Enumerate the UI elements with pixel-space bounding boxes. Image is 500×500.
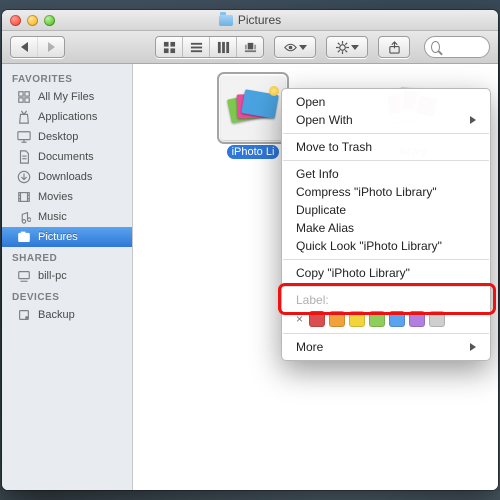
forward-button[interactable] <box>37 37 64 57</box>
sidebar-item-label: bill-pc <box>38 270 67 282</box>
downloads-icon <box>16 170 31 184</box>
submenu-arrow-icon <box>470 343 476 351</box>
music-icon <box>16 210 31 224</box>
close-window-button[interactable] <box>10 15 21 26</box>
file-label: iPhoto Li <box>227 145 280 159</box>
applications-icon <box>16 110 31 124</box>
sidebar-item-desktop[interactable]: Desktop <box>2 127 132 147</box>
zoom-window-button[interactable] <box>44 15 55 26</box>
toolbar <box>2 31 498 64</box>
menu-item-open[interactable]: Open <box>282 93 490 111</box>
label-color-red[interactable] <box>309 311 325 327</box>
disk-icon <box>16 308 31 322</box>
documents-icon <box>16 150 31 164</box>
menu-item-label-header: Label: <box>282 291 490 309</box>
label-color-yellow[interactable] <box>349 311 365 327</box>
action-button[interactable] <box>326 36 368 58</box>
sidebar-section-favorites: FAVORITES <box>2 68 132 87</box>
sidebar-item-label: Documents <box>38 151 94 163</box>
sidebar-item-label: Movies <box>38 191 73 203</box>
menu-item-get-info[interactable]: Get Info <box>282 165 490 183</box>
sidebar-item-documents[interactable]: Documents <box>2 147 132 167</box>
movies-icon <box>16 190 31 204</box>
label-color-green[interactable] <box>369 311 385 327</box>
sidebar-item-applications[interactable]: Applications <box>2 107 132 127</box>
window-title: Pictures <box>238 13 281 27</box>
eye-icon <box>284 41 297 54</box>
label-color-blue[interactable] <box>389 311 405 327</box>
menu-item-open-with[interactable]: Open With <box>282 111 490 129</box>
sidebar-item-music[interactable]: Music <box>2 207 132 227</box>
search-container <box>420 36 490 58</box>
sidebar-item-label: Downloads <box>38 171 92 183</box>
view-coverflow-button[interactable] <box>236 37 263 57</box>
share-icon <box>388 41 401 54</box>
menu-label-colors: × <box>282 309 490 329</box>
menu-item-make-alias[interactable]: Make Alias <box>282 219 490 237</box>
nav-back-forward <box>10 36 65 58</box>
menu-separator <box>283 333 489 334</box>
view-list-button[interactable] <box>182 37 209 57</box>
sidebar-item-downloads[interactable]: Downloads <box>2 167 132 187</box>
share-button[interactable] <box>378 36 410 58</box>
sidebar-item-label: Music <box>38 211 67 223</box>
pictures-icon <box>16 230 31 244</box>
menu-separator <box>283 160 489 161</box>
label-clear[interactable]: × <box>296 312 303 326</box>
search-icon <box>431 41 440 53</box>
label-color-purple[interactable] <box>409 311 425 327</box>
sidebar-item-backup[interactable]: Backup <box>2 305 132 325</box>
sidebar: FAVORITES All My Files Applications Desk… <box>2 64 133 490</box>
sidebar-item-label: Desktop <box>38 131 78 143</box>
sidebar-item-label: Backup <box>38 309 75 321</box>
sidebar-item-label: All My Files <box>38 91 94 103</box>
sidebar-item-label: Applications <box>38 111 97 123</box>
sidebar-item-all-my-files[interactable]: All My Files <box>2 87 132 107</box>
shared-pc-icon <box>16 269 31 283</box>
sidebar-section-devices: DEVICES <box>2 286 132 305</box>
folder-icon <box>219 15 233 26</box>
menu-separator <box>283 133 489 134</box>
desktop-icon <box>16 130 31 144</box>
menu-item-duplicate[interactable]: Duplicate <box>282 201 490 219</box>
sidebar-section-shared: SHARED <box>2 247 132 266</box>
menu-item-compress[interactable]: Compress "iPhoto Library" <box>282 183 490 201</box>
sidebar-item-bill-pc[interactable]: bill-pc <box>2 266 132 286</box>
sidebar-item-movies[interactable]: Movies <box>2 187 132 207</box>
sidebar-item-label: Pictures <box>38 231 78 243</box>
search-input[interactable] <box>424 36 490 58</box>
view-mode-segment <box>155 36 264 58</box>
titlebar: Pictures <box>2 10 498 31</box>
view-icon-button[interactable] <box>156 37 182 57</box>
submenu-arrow-icon <box>470 116 476 124</box>
menu-item-quick-look[interactable]: Quick Look "iPhoto Library" <box>282 237 490 255</box>
view-columns-button[interactable] <box>209 37 236 57</box>
menu-separator <box>283 259 489 260</box>
menu-item-copy[interactable]: Copy "iPhoto Library" <box>282 264 490 282</box>
back-button[interactable] <box>11 37 37 57</box>
sidebar-item-pictures[interactable]: Pictures <box>2 227 132 247</box>
menu-item-move-to-trash[interactable]: Move to Trash <box>282 138 490 156</box>
traffic-lights <box>10 15 55 26</box>
menu-separator <box>283 286 489 287</box>
minimize-window-button[interactable] <box>27 15 38 26</box>
context-menu: Open Open With Move to Trash Get Info Co… <box>281 88 491 361</box>
menu-item-more[interactable]: More <box>282 338 490 356</box>
label-color-gray[interactable] <box>429 311 445 327</box>
gear-icon <box>336 41 349 54</box>
label-color-orange[interactable] <box>329 311 345 327</box>
all-files-icon <box>16 90 31 104</box>
arrange-button[interactable] <box>274 36 316 58</box>
